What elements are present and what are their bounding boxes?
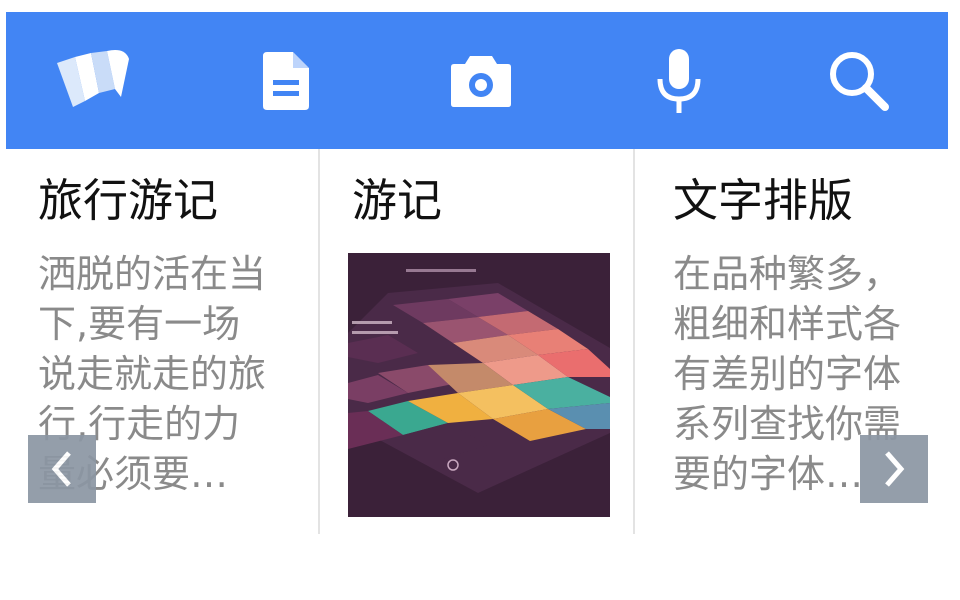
- chevron-left-icon: [51, 451, 71, 487]
- voice-note-button[interactable]: [624, 12, 734, 149]
- wiz-logo-button[interactable]: [39, 12, 149, 149]
- camera-button[interactable]: [426, 12, 536, 149]
- card-title: 游记: [352, 174, 443, 227]
- next-button[interactable]: [860, 435, 928, 503]
- chevron-right-icon: [885, 451, 905, 487]
- note-card-travelogue[interactable]: 游记: [320, 149, 635, 534]
- new-document-button[interactable]: [231, 12, 341, 149]
- card-title: 旅行游记: [38, 174, 219, 227]
- travel-app-color-tiles-image: [348, 253, 610, 517]
- wiz-logo-icon: [57, 49, 129, 107]
- previous-button[interactable]: [28, 435, 96, 503]
- document-icon: [263, 51, 309, 110]
- search-button[interactable]: [804, 12, 914, 149]
- top-toolbar: [6, 12, 948, 149]
- microphone-icon: [657, 48, 701, 113]
- camera-icon: [451, 55, 511, 107]
- card-title: 文字排版: [673, 174, 854, 227]
- search-icon: [830, 51, 889, 111]
